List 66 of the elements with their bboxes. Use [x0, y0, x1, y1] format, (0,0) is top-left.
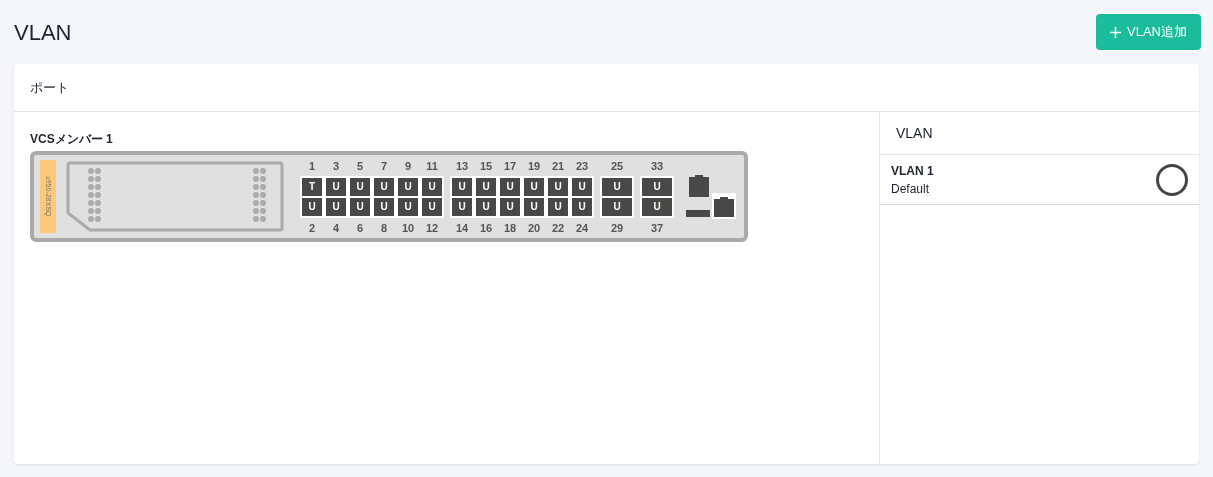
- port-number: 19: [526, 158, 542, 173]
- port-number: 10: [400, 220, 416, 235]
- port-number: 22: [550, 220, 566, 235]
- vlan-list-item[interactable]: VLAN 1 Default: [880, 155, 1199, 205]
- port-number: 9: [403, 158, 413, 173]
- port[interactable]: U: [476, 197, 496, 216]
- port-number: 8: [379, 220, 389, 235]
- port-number: 23: [574, 158, 590, 173]
- port-number: 18: [502, 220, 518, 235]
- port-number: 13: [454, 158, 470, 173]
- port-number: 7: [379, 158, 389, 173]
- port[interactable]: U: [572, 197, 592, 216]
- port-number: 1: [307, 158, 317, 173]
- port[interactable]: U: [548, 197, 568, 216]
- port-number: 24: [574, 220, 590, 235]
- port-number: 17: [502, 158, 518, 173]
- port[interactable]: U: [422, 197, 442, 216]
- port[interactable]: U: [524, 197, 544, 216]
- radio-button[interactable]: [1156, 163, 1188, 196]
- page-title: VLAN: [14, 18, 72, 47]
- port[interactable]: U: [350, 197, 370, 216]
- port[interactable]: U: [548, 177, 568, 196]
- port-number: 12: [424, 220, 440, 235]
- port[interactable]: U: [476, 177, 496, 196]
- port[interactable]: U: [452, 177, 472, 196]
- port[interactable]: U: [572, 177, 592, 196]
- port-number: 2: [307, 220, 317, 235]
- port[interactable]: U: [422, 177, 442, 196]
- vlan-description: Default: [891, 180, 931, 198]
- port[interactable]: U: [500, 177, 520, 196]
- port[interactable]: U: [524, 177, 544, 196]
- port-number: 25: [609, 158, 625, 173]
- port[interactable]: U: [642, 197, 672, 216]
- port[interactable]: U: [326, 177, 346, 196]
- port[interactable]: U: [452, 197, 472, 216]
- port-number: 20: [526, 220, 542, 235]
- port-number: 15: [478, 158, 494, 173]
- port[interactable]: U: [500, 197, 520, 216]
- port[interactable]: U: [398, 177, 418, 196]
- port-number: 6: [355, 220, 365, 235]
- port-number: 16: [478, 220, 494, 235]
- port-number: 14: [454, 220, 470, 235]
- vlan-name: VLAN 1: [891, 162, 934, 180]
- port-number: 37: [649, 220, 665, 235]
- member-title: VCSメンバー 1: [30, 131, 114, 148]
- port-number: 33: [649, 158, 665, 173]
- port[interactable]: T: [302, 177, 322, 196]
- port[interactable]: U: [302, 197, 322, 216]
- card-title: ポート: [30, 78, 69, 97]
- port[interactable]: U: [326, 197, 346, 216]
- port[interactable]: U: [374, 197, 394, 216]
- plus-icon: [1110, 26, 1122, 38]
- port[interactable]: U: [602, 177, 632, 196]
- port-number: 11: [425, 158, 439, 173]
- port-number: 3: [331, 158, 341, 173]
- management-ports-drawing: [686, 174, 736, 219]
- port[interactable]: U: [642, 177, 672, 196]
- port-number: 21: [550, 158, 566, 173]
- port[interactable]: U: [350, 177, 370, 196]
- port[interactable]: U: [398, 197, 418, 216]
- vlan-panel-title: VLAN: [896, 123, 933, 143]
- port[interactable]: U: [602, 197, 632, 216]
- port-number: 29: [609, 220, 625, 235]
- port-number: 4: [331, 220, 341, 235]
- port-number: 5: [355, 158, 365, 173]
- port[interactable]: U: [374, 177, 394, 196]
